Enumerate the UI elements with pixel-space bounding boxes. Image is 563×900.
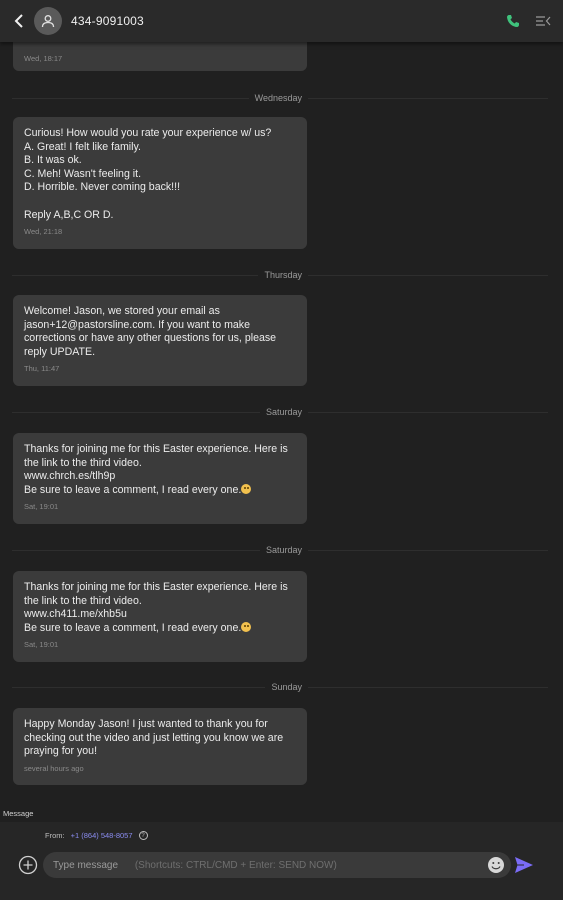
message-bubble: Thanks for joining me for this Easter ex… xyxy=(13,433,307,524)
back-arrow-icon xyxy=(14,14,23,28)
person-icon xyxy=(41,15,55,28)
message-time: Wed, 21:18 xyxy=(24,227,63,237)
phone-icon xyxy=(507,15,519,27)
message-text: Welcome! Jason, we stored your email as … xyxy=(24,305,277,358)
message-time: Thu, 11:47 xyxy=(24,364,60,374)
message-placeholder: Type message xyxy=(53,859,119,871)
smile-emoji-icon xyxy=(241,621,252,632)
date-divider: Thursday xyxy=(12,268,548,282)
message-time: Sat, 19:01 xyxy=(24,502,59,512)
emoji-picker-button[interactable] xyxy=(487,856,505,874)
from-number-select[interactable]: +1 (864) 548-8057 xyxy=(71,831,133,840)
message-bubble: Thanks for joining me for this Easter ex… xyxy=(13,571,307,662)
send-icon xyxy=(515,857,533,873)
date-divider: Saturday xyxy=(12,405,548,419)
shortcut-hint: (Shortcuts: CTRL/CMD + Enter: SEND NOW) xyxy=(134,859,337,871)
from-row: From: +1 (864) 548-8057 ? xyxy=(45,831,148,840)
from-label: From: xyxy=(45,831,65,840)
message-bubble: Curious! How would you rate your experie… xyxy=(13,117,307,249)
message-section-label: Message xyxy=(3,809,34,818)
contact-name: 434-9091003 xyxy=(71,14,144,28)
menu-collapse-icon xyxy=(536,16,551,26)
plus-circle-icon xyxy=(18,855,38,875)
conversation-header: 434-9091003 xyxy=(0,0,563,42)
message-thread[interactable]: Wed, 18:17 Wednesday Curious! How would … xyxy=(0,42,563,812)
message-bubble: Welcome! Jason, we stored your email as … xyxy=(13,295,307,386)
smile-emoji-icon xyxy=(241,483,252,494)
send-button[interactable] xyxy=(514,856,534,874)
emoji-icon xyxy=(488,857,504,873)
back-button[interactable] xyxy=(4,0,34,42)
avatar[interactable] xyxy=(34,7,62,35)
help-icon[interactable]: ? xyxy=(138,831,148,840)
message-bubble: Wed, 18:17 xyxy=(13,42,307,71)
message-composer: From: +1 (864) 548-8057 ? Type message (… xyxy=(0,822,563,900)
call-button[interactable] xyxy=(503,11,523,31)
message-time: several hours ago xyxy=(24,763,84,773)
message-input[interactable]: Type message (Shortcuts: CTRL/CMD + Ente… xyxy=(43,852,511,878)
message-time: Sat, 19:01 xyxy=(24,640,59,650)
date-divider: Saturday xyxy=(12,543,548,557)
message-bubble: Happy Monday Jason! I just wanted to tha… xyxy=(13,708,307,785)
message-text: Curious! How would you rate your experie… xyxy=(24,127,272,221)
details-toggle-button[interactable] xyxy=(533,11,553,31)
date-divider: Sunday xyxy=(12,680,548,694)
message-text: Happy Monday Jason! I just wanted to tha… xyxy=(24,718,284,758)
date-divider: Wednesday xyxy=(12,91,548,105)
add-attachment-button[interactable] xyxy=(18,855,38,875)
message-text xyxy=(24,42,296,49)
message-time: Wed, 18:17 xyxy=(24,54,63,63)
